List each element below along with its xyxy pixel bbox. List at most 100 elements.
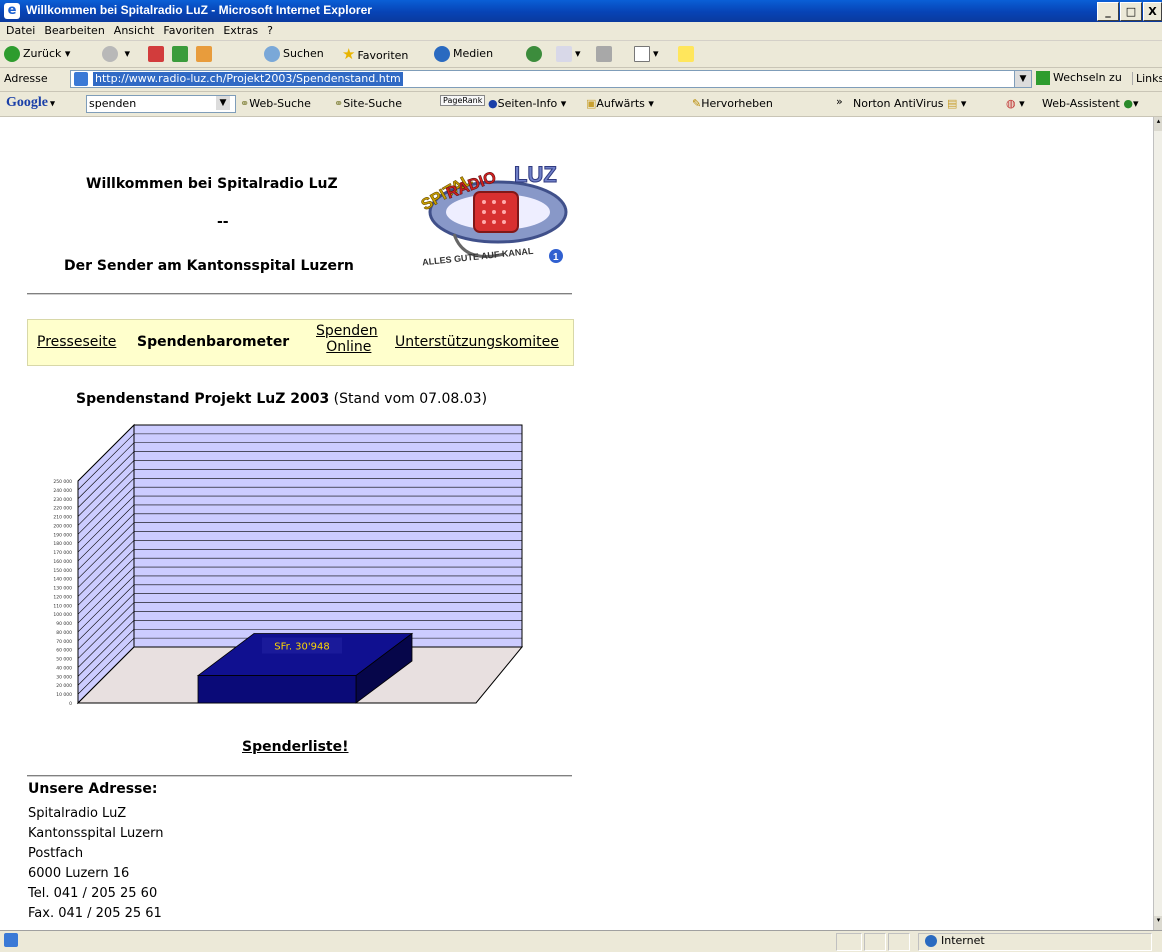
status-bar: Internet bbox=[0, 930, 1162, 952]
page-icon bbox=[74, 72, 88, 86]
vertical-scrollbar[interactable]: ▴ ▾ bbox=[1153, 117, 1162, 930]
y-tick-label: 90 000 bbox=[56, 621, 72, 627]
web-search-button[interactable]: ⚭Web-Suche bbox=[240, 97, 311, 110]
minimize-button[interactable]: _ bbox=[1097, 2, 1119, 21]
y-tick-label: 250 000 bbox=[53, 479, 72, 485]
highlight-button[interactable]: ✎Hervorheben bbox=[692, 97, 773, 110]
donor-list-link[interactable]: Spenderliste! bbox=[242, 739, 349, 755]
y-tick-label: 0 bbox=[69, 701, 72, 707]
address-line: Kantonsspital Luzern bbox=[28, 826, 164, 841]
y-tick-label: 10 000 bbox=[56, 692, 72, 698]
menu-item[interactable]: Favoriten bbox=[163, 24, 214, 37]
y-tick-label: 70 000 bbox=[56, 639, 72, 645]
toolbar-chevron[interactable]: » bbox=[836, 95, 843, 108]
header-divider bbox=[27, 293, 572, 295]
refresh-button[interactable] bbox=[172, 45, 191, 63]
y-tick-label: 80 000 bbox=[56, 630, 72, 636]
google-toolbar: Google ▾ spenden ▼ ⚭Web-Suche ⚭Site-Such… bbox=[0, 92, 1162, 117]
back-arrow-icon bbox=[4, 46, 20, 62]
ie-icon: e bbox=[4, 3, 20, 19]
forward-button[interactable]: ▾ bbox=[102, 45, 130, 63]
mail-button[interactable]: ▾ bbox=[556, 45, 581, 63]
star-icon: ★ bbox=[342, 45, 356, 63]
search-button[interactable]: Suchen bbox=[264, 45, 324, 63]
globe-icon: ● bbox=[1123, 97, 1133, 110]
web-assistant-button[interactable]: Web-Assistent ●▾ bbox=[1042, 97, 1139, 110]
menu-bar: Datei Bearbeiten Ansicht Favoriten Extras? bbox=[0, 22, 1162, 41]
header-separator-text: -- bbox=[217, 214, 229, 230]
address-line: Tel. 041 / 205 25 60 bbox=[28, 886, 158, 901]
y-tick-label: 190 000 bbox=[53, 532, 72, 538]
norton-antivirus-button[interactable]: Norton AntiVirus ▤ ▾ bbox=[853, 97, 966, 110]
scroll-down-arrow[interactable]: ▾ bbox=[1154, 916, 1162, 930]
media-button[interactable]: Medien bbox=[434, 45, 493, 63]
standard-toolbar: Zurück ▾ ▾ Suchen ★ Favoriten Medien ▾ ▾ bbox=[0, 41, 1162, 68]
folder-up-icon: ▣ bbox=[586, 97, 597, 110]
chart-title: Spendenstand Projekt LuZ 2003 bbox=[76, 391, 330, 407]
scroll-up-arrow[interactable]: ▴ bbox=[1154, 117, 1162, 131]
notes-button[interactable] bbox=[678, 45, 697, 63]
status-segment bbox=[888, 933, 910, 951]
svg-text:1: 1 bbox=[553, 252, 559, 263]
y-tick-label: 200 000 bbox=[53, 523, 72, 529]
edit-button[interactable]: ▾ bbox=[634, 45, 659, 63]
menu-item[interactable]: Datei bbox=[6, 24, 35, 37]
y-tick-label: 120 000 bbox=[53, 594, 72, 600]
y-tick-label: 170 000 bbox=[53, 550, 72, 556]
menu-item[interactable]: ? bbox=[267, 24, 273, 37]
pagerank-indicator: PageRank bbox=[440, 95, 486, 106]
internet-globe-icon bbox=[925, 935, 937, 947]
page-status-icon bbox=[4, 933, 18, 947]
svg-text:LUZ: LUZ bbox=[514, 162, 557, 187]
page-welcome-title: Willkommen bei Spitalradio LuZ bbox=[86, 176, 338, 192]
status-segment bbox=[836, 933, 862, 951]
y-tick-label: 60 000 bbox=[56, 648, 72, 654]
nav-link-presseseite[interactable]: Presseseite bbox=[37, 334, 116, 350]
up-button[interactable]: ▣Aufwärts ▾ bbox=[586, 97, 654, 110]
links-button[interactable]: Links bbox=[1132, 72, 1162, 85]
site-search-button[interactable]: ⚭Site-Suche bbox=[334, 97, 402, 110]
menu-item[interactable]: Bearbeiten bbox=[44, 24, 104, 37]
norton-icon: ▤ bbox=[946, 97, 958, 110]
favorites-button[interactable]: ★ Favoriten bbox=[342, 45, 408, 63]
window-titlebar[interactable]: e Willkommen bei Spitalradio LuZ - Micro… bbox=[0, 0, 1162, 22]
page-info-button[interactable]: ●Seiten-Info ▾ bbox=[488, 97, 566, 110]
info-icon: ● bbox=[488, 97, 498, 110]
translate-icon: ◍ bbox=[1006, 97, 1016, 110]
search-icon bbox=[264, 46, 280, 62]
page-viewport: Willkommen bei Spitalradio LuZ -- Der Se… bbox=[0, 117, 1153, 930]
address-dropdown[interactable]: ▼ bbox=[1014, 71, 1031, 87]
y-tick-label: 40 000 bbox=[56, 665, 72, 671]
home-button[interactable] bbox=[196, 45, 215, 63]
address-label: Adresse bbox=[4, 72, 48, 85]
note-icon bbox=[678, 46, 694, 62]
binoculars-icon: ⚭ bbox=[240, 97, 250, 110]
media-icon bbox=[434, 46, 450, 62]
address-heading: Unsere Adresse: bbox=[28, 781, 158, 797]
chart-date-note: (Stand vom 07.08.03) bbox=[333, 391, 488, 407]
menu-item[interactable]: Ansicht bbox=[114, 24, 155, 37]
go-button[interactable]: Wechseln zu bbox=[1036, 71, 1122, 85]
menu-item[interactable]: Extras bbox=[223, 24, 258, 37]
google-search-input[interactable]: spenden bbox=[86, 95, 236, 113]
donation-chart: 0 10 000 20 000 30 000 40 000 50 000 60 000 70 … bbox=[53, 423, 524, 707]
maximize-button[interactable]: □ bbox=[1120, 2, 1142, 21]
back-button[interactable]: Zurück ▾ bbox=[4, 45, 70, 63]
address-line: Spitalradio LuZ bbox=[28, 806, 127, 821]
address-input[interactable]: http://www.radio-luz.ch/Projekt2003/Spen… bbox=[70, 70, 1032, 88]
nav-link-unterstuetzungskomitee[interactable]: Unterstützungskomitee bbox=[395, 334, 559, 350]
stop-button[interactable] bbox=[148, 45, 167, 63]
google-logo[interactable]: Google ▾ bbox=[6, 95, 55, 111]
google-search-dropdown[interactable]: ▼ bbox=[216, 96, 230, 110]
close-button[interactable]: X bbox=[1143, 2, 1162, 21]
go-arrow-icon bbox=[1036, 71, 1050, 85]
forward-arrow-icon bbox=[102, 46, 118, 62]
nav-current-spendenbarometer: Spendenbarometer bbox=[137, 334, 290, 350]
print-button[interactable] bbox=[596, 45, 615, 63]
history-button[interactable] bbox=[526, 45, 545, 63]
y-tick-label: 50 000 bbox=[56, 657, 72, 663]
window-title: Willkommen bei Spitalradio LuZ - Microso… bbox=[26, 3, 372, 17]
nav-link-spenden-online[interactable]: Spenden Online bbox=[316, 323, 378, 355]
word-icon bbox=[634, 46, 650, 62]
translate-button[interactable]: ◍ ▾ bbox=[1006, 97, 1025, 110]
